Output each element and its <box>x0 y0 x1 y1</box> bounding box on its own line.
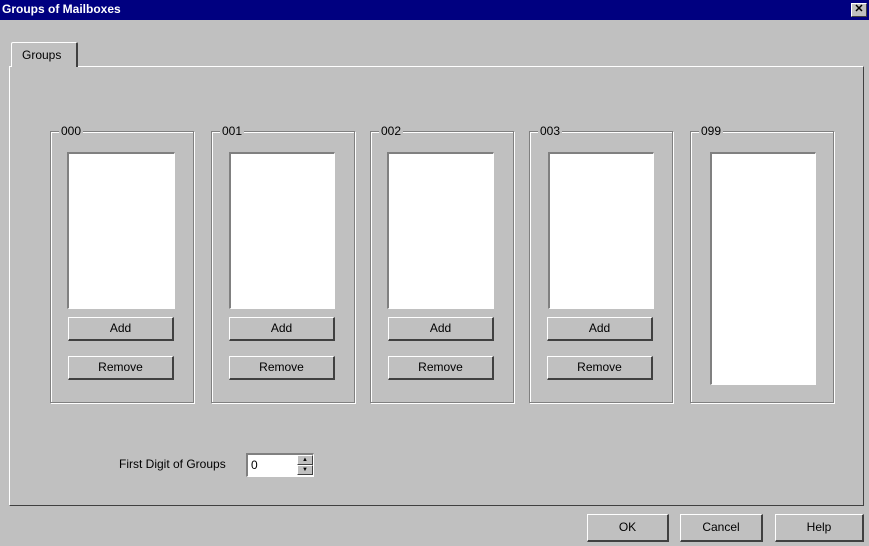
window-title: Groups of Mailboxes <box>2 2 121 16</box>
close-button[interactable]: ✕ <box>851 3 867 17</box>
help-button[interactable]: Help <box>775 514 864 542</box>
title-bar: Groups of Mailboxes ✕ <box>0 0 869 20</box>
group-label: 003 <box>538 124 563 138</box>
group-label: 001 <box>220 124 245 138</box>
tab-groups[interactable]: Groups <box>11 42 78 67</box>
remove-button[interactable]: Remove <box>547 356 653 380</box>
tab-label: Groups <box>22 48 62 62</box>
add-button[interactable]: Add <box>547 317 653 341</box>
spin-up-icon[interactable]: ▲ <box>297 455 313 465</box>
first-digit-spinner[interactable]: 0 ▲ ▼ <box>246 453 314 477</box>
remove-button[interactable]: Remove <box>229 356 335 380</box>
first-digit-value[interactable]: 0 <box>251 458 258 472</box>
add-button[interactable]: Add <box>68 317 174 341</box>
remove-button[interactable]: Remove <box>388 356 494 380</box>
cancel-button[interactable]: Cancel <box>680 514 763 542</box>
close-icon: ✕ <box>854 3 864 15</box>
group-002: 002 Add Remove <box>370 124 514 403</box>
mailbox-list[interactable] <box>710 152 816 385</box>
mailbox-list[interactable] <box>387 152 494 309</box>
add-button[interactable]: Add <box>229 317 335 341</box>
add-button[interactable]: Add <box>388 317 494 341</box>
group-label: 099 <box>699 124 724 138</box>
group-003: 003 Add Remove <box>529 124 673 403</box>
group-label: 002 <box>379 124 404 138</box>
group-label: 000 <box>59 124 84 138</box>
spinner-arrows[interactable]: ▲ ▼ <box>297 455 313 476</box>
ok-button[interactable]: OK <box>587 514 669 542</box>
spin-down-icon[interactable]: ▼ <box>297 465 313 475</box>
first-digit-label: First Digit of Groups <box>119 457 226 471</box>
group-000: 000 Add Remove <box>50 124 194 403</box>
mailbox-list[interactable] <box>548 152 654 309</box>
group-099: 099 <box>690 124 834 403</box>
group-001: 001 Add Remove <box>211 124 355 403</box>
remove-button[interactable]: Remove <box>68 356 174 380</box>
mailbox-list[interactable] <box>67 152 175 309</box>
mailbox-list[interactable] <box>229 152 335 309</box>
